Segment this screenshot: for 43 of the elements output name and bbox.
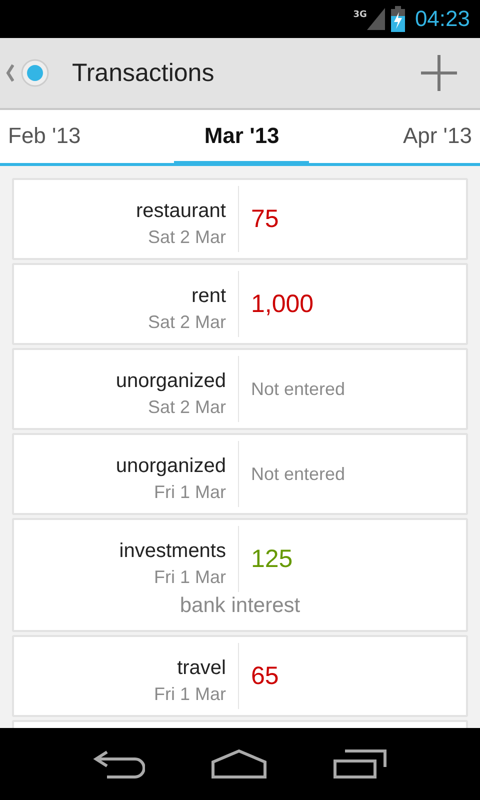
amount-label: 75 <box>251 204 279 234</box>
screen-title: Transactions <box>72 58 216 88</box>
transaction-card[interactable]: unorganized Sat 2 Mar Not entered <box>12 348 468 430</box>
note-label: bank interest <box>180 594 300 619</box>
transaction-card[interactable]: restaurant Sat 2 Mar 75 <box>12 178 468 260</box>
category-label: rent <box>190 285 226 308</box>
category-label: unorganized <box>114 455 226 478</box>
amount-label: 65 <box>251 662 279 690</box>
transaction-card[interactable]: rent Sat 2 Mar 1,000 <box>12 263 468 345</box>
month-tab[interactable]: Mar '13 <box>174 110 310 166</box>
date-label: Sat 2 Mar <box>146 312 226 333</box>
amount-label: Not entered <box>251 378 346 400</box>
back-button[interactable] <box>93 749 145 779</box>
recent-apps-icon <box>333 749 387 779</box>
signal-icon <box>366 8 385 30</box>
clock: 04:23 <box>414 6 470 32</box>
date-label: Sat 2 Mar <box>146 227 226 248</box>
category-label: restaurant <box>134 200 226 223</box>
category-label: unorganized <box>114 370 226 393</box>
date-label: Fri 1 Mar <box>153 684 226 705</box>
network-type: 3G <box>353 10 367 20</box>
up-caret-icon <box>6 64 14 82</box>
amount-label: 1,000 <box>251 290 314 318</box>
date-label: Fri 1 Mar <box>153 482 226 503</box>
date-label: Fri 1 Mar <box>153 567 226 588</box>
amount-label: 125 <box>251 544 293 574</box>
radio-dot-icon <box>20 58 50 88</box>
recent-apps-button[interactable] <box>333 749 387 779</box>
category-label: travel <box>176 657 226 680</box>
battery-icon <box>390 6 405 32</box>
amount-label: Not entered <box>251 464 346 484</box>
add-button[interactable] <box>420 54 458 92</box>
date-label: Sat 2 Mar <box>146 397 226 418</box>
plus-icon <box>420 54 458 92</box>
category-label: investments <box>118 540 226 563</box>
home-icon <box>211 749 267 779</box>
back-icon <box>93 749 145 779</box>
transaction-card[interactable]: unorganized Fri 1 Mar Not entered <box>12 433 468 515</box>
home-button[interactable] <box>211 749 267 779</box>
month-tab[interactable]: Apr '13 <box>394 110 480 166</box>
transaction-card[interactable]: travel Fri 1 Mar 65 <box>12 635 468 717</box>
transaction-card[interactable]: investments Fri 1 Mar 125 bank interest <box>12 518 468 632</box>
month-tab[interactable]: Feb '13 <box>0 110 89 166</box>
